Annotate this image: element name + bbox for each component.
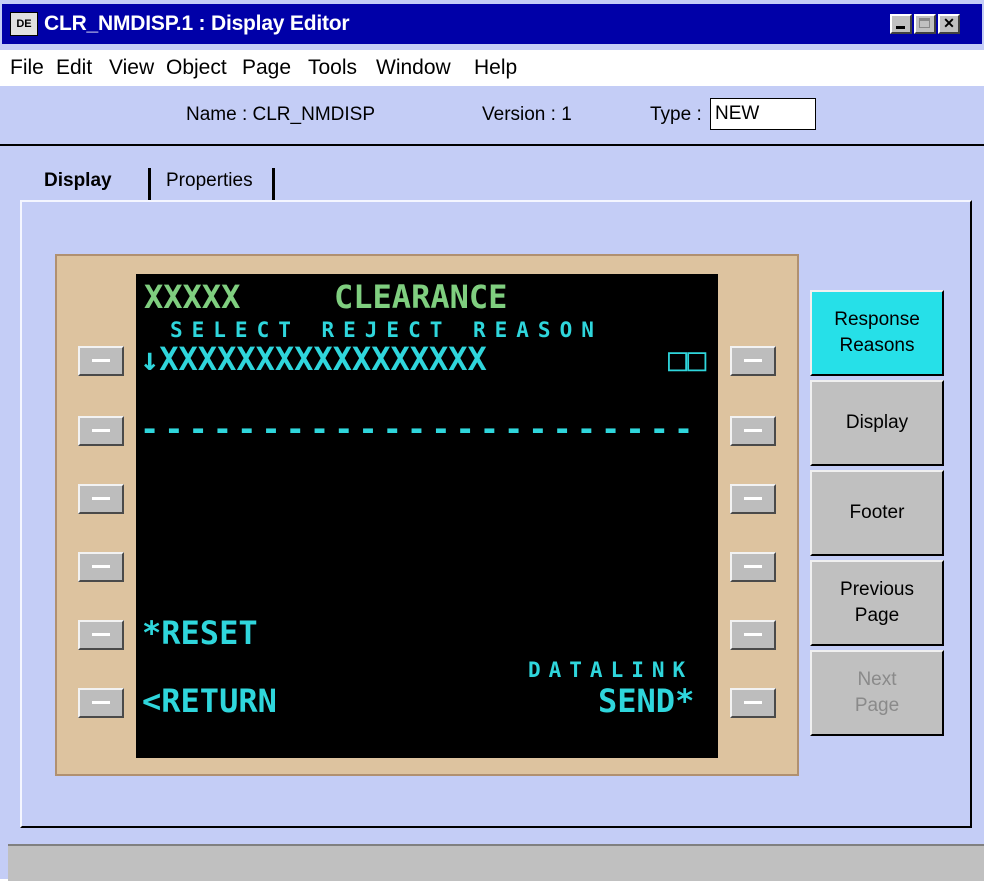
- tab-separator: [148, 168, 151, 202]
- lsk-left-2[interactable]: [78, 416, 124, 446]
- lsk-left-5[interactable]: [78, 620, 124, 650]
- response-reasons-button[interactable]: Response Reasons: [810, 290, 944, 376]
- menu-help[interactable]: Help: [474, 55, 517, 81]
- cdu-dashes: -----------------------: [140, 410, 699, 448]
- menu-page[interactable]: Page: [242, 55, 291, 81]
- cdu-return: <RETURN: [142, 682, 277, 720]
- cdu-title-left: XXXXX: [144, 278, 241, 316]
- lsk-right-3[interactable]: [730, 484, 776, 514]
- lsk-left-6[interactable]: [78, 688, 124, 718]
- menu-file[interactable]: File: [10, 55, 44, 81]
- display-editor-icon[interactable]: DE: [10, 12, 38, 36]
- cdu-reset: *RESET: [142, 614, 258, 652]
- name-label: Name : CLR_NMDISP: [186, 104, 375, 125]
- tab-separator: [272, 168, 275, 202]
- lsk-right-2[interactable]: [730, 416, 776, 446]
- cdu-screen: XXXXX CLEARANCE SELECT REJECT REASON ↓XX…: [136, 274, 718, 758]
- display-button[interactable]: Display: [810, 380, 944, 466]
- menu-tools[interactable]: Tools: [308, 55, 357, 81]
- lsk-right-4[interactable]: [730, 552, 776, 582]
- cdu-send: SEND*: [598, 682, 695, 720]
- display-editor-window: DE CLR_NMDISP.1 : Display Editor ✕ File …: [0, 0, 984, 881]
- window-title: CLR_NMDISP.1 : Display Editor: [44, 12, 350, 35]
- document-info-bar: Name : CLR_NMDISP Version : 1 Type : NEW: [0, 88, 984, 146]
- lsk-right-6[interactable]: [730, 688, 776, 718]
- menu-window[interactable]: Window: [376, 55, 451, 81]
- lsk-left-3[interactable]: [78, 484, 124, 514]
- menu-object[interactable]: Object: [166, 55, 227, 81]
- cdu-title: CLEARANCE: [334, 278, 508, 316]
- cdu-line1: ↓XXXXXXXXXXXXXXXXX: [140, 340, 487, 378]
- cdu-subtitle: SELECT REJECT REASON: [170, 318, 603, 342]
- minimize-icon[interactable]: [890, 14, 912, 34]
- version-label: Version : 1: [482, 104, 572, 125]
- menu-view[interactable]: View: [109, 55, 154, 81]
- menu-bar: File Edit View Object Page Tools Window …: [0, 50, 984, 86]
- lsk-right-1[interactable]: [730, 346, 776, 376]
- next-page-button[interactable]: Next Page: [810, 650, 944, 736]
- close-icon[interactable]: ✕: [938, 14, 960, 34]
- tab-properties[interactable]: Properties: [166, 170, 253, 192]
- footer-button[interactable]: Footer: [810, 470, 944, 556]
- previous-page-button[interactable]: Previous Page: [810, 560, 944, 646]
- maximize-icon[interactable]: [914, 14, 936, 34]
- cdu-line1-right: □□: [668, 340, 707, 378]
- menu-edit[interactable]: Edit: [56, 55, 92, 81]
- cdu-datalink: DATALINK: [528, 658, 694, 682]
- status-bar: [8, 844, 984, 881]
- lsk-right-5[interactable]: [730, 620, 776, 650]
- lsk-left-1[interactable]: [78, 346, 124, 376]
- title-bar[interactable]: DE CLR_NMDISP.1 : Display Editor ✕: [2, 4, 982, 44]
- lsk-left-4[interactable]: [78, 552, 124, 582]
- type-label: Type :: [650, 104, 702, 125]
- type-field[interactable]: NEW: [710, 98, 816, 130]
- tab-display[interactable]: Display: [44, 170, 112, 192]
